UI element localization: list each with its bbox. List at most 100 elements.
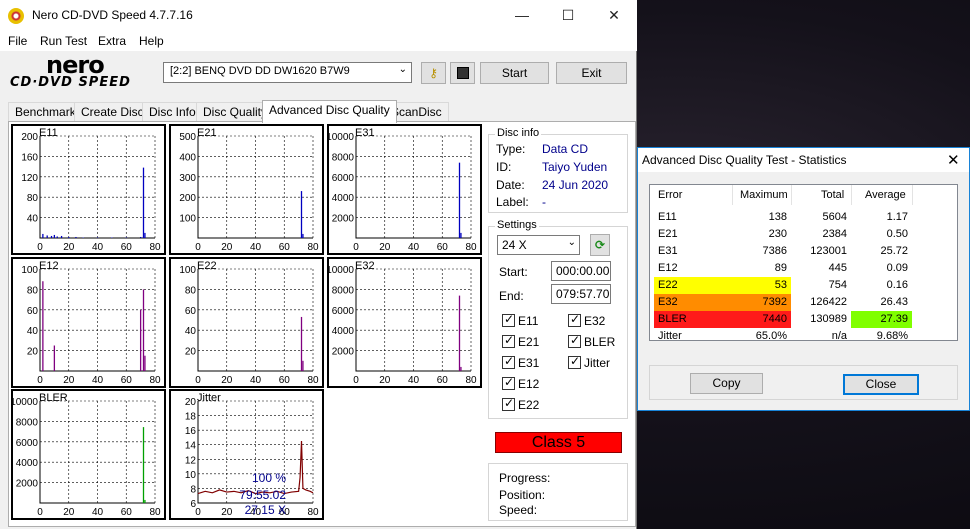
x-tick-label: 60 <box>437 242 449 253</box>
y-tick-label: 10000 <box>329 132 354 143</box>
speed-select[interactable]: 24 X ⌄ <box>497 235 580 255</box>
chart-axes <box>355 136 471 239</box>
stat-total: 5604 <box>822 211 847 223</box>
checkbox-e11[interactable]: E11 <box>502 312 539 328</box>
exit-button[interactable]: Exit <box>556 62 627 84</box>
checkbox-e32[interactable]: E32 <box>568 312 605 328</box>
drive-select[interactable]: [2:2] BENQ DVD DD DW1620 B7W9 ⌄ <box>163 62 412 83</box>
close-icon[interactable]: ✕ <box>947 151 960 169</box>
end-time-input[interactable]: 079:57.70 <box>551 284 611 304</box>
x-tick-label: 0 <box>37 507 43 518</box>
checkbox-e31[interactable]: E31 <box>502 354 540 370</box>
title-bar[interactable]: Nero CD-DVD Speed 4.7.7.16 — ☐ ✕ <box>0 0 637 31</box>
y-tick-label: 12 <box>185 455 197 466</box>
y-tick-label: 2000 <box>332 347 355 358</box>
x-tick-label: 20 <box>221 242 233 253</box>
checkbox-e12-label: E12 <box>518 377 540 391</box>
logo-product: CD·DVD SPEED <box>10 75 131 90</box>
stat-average: 0.50 <box>886 228 908 240</box>
stat-average: 0.09 <box>886 262 908 274</box>
tab-benchmark[interactable]: Benchmark <box>8 102 83 122</box>
checkbox-e12[interactable]: E12 <box>502 375 540 391</box>
y-tick-label: 100 <box>179 214 196 225</box>
checkbox-jitter-label: Jitter <box>584 356 611 370</box>
checkbox-jitter[interactable]: Jitter <box>568 354 611 370</box>
x-tick-label: 20 <box>63 507 75 518</box>
main-window: Nero CD-DVD Speed 4.7.7.16 — ☐ ✕ File Ru… <box>0 0 637 529</box>
x-tick-label: 20 <box>379 242 391 253</box>
x-tick-label: 20 <box>221 507 233 518</box>
statistics-title-bar[interactable]: Advanced Disc Quality Test - Statistics … <box>638 148 969 172</box>
menu-help[interactable]: Help <box>139 34 164 48</box>
refresh-speed-button[interactable]: ⟳ <box>590 234 610 256</box>
checkbox-e11-label: E11 <box>518 314 539 328</box>
y-tick-label: 6000 <box>16 438 39 449</box>
disc-type-label: Type: <box>496 142 526 156</box>
chart-plot: 0 20 40 60 80 100 80 60 40 20 <box>179 265 319 386</box>
chart-axes <box>197 136 313 239</box>
y-tick-label: 100 <box>21 265 38 276</box>
disc-id-value: Taiyo Yuden <box>542 160 608 174</box>
stat-average: 0.16 <box>886 279 908 291</box>
checkbox-e21[interactable]: E21 <box>502 333 539 349</box>
save-button[interactable] <box>450 62 475 84</box>
y-tick-label: 8000 <box>16 417 39 428</box>
y-tick-label: 40 <box>27 214 39 225</box>
stat-error-name: E11 <box>658 211 677 223</box>
x-tick-label: 0 <box>195 375 201 386</box>
close-dialog-button[interactable]: Close <box>843 374 919 395</box>
start-time-input[interactable]: 000:00.00 <box>551 261 611 281</box>
key-icon: ⚷ <box>429 66 438 80</box>
menu-extra[interactable]: Extra <box>98 34 126 48</box>
chart-e32: E32020406080100008000600040002000 <box>327 257 482 388</box>
menu-bar: File Run Test Extra Help <box>0 31 637 51</box>
tab-advanced-disc-quality[interactable]: Advanced Disc Quality <box>262 100 397 123</box>
stat-error-name: E21 <box>658 228 678 240</box>
chart-plot: 0 20 40 60 80 100 80 60 40 20 <box>21 265 161 386</box>
x-tick-label: 80 <box>149 242 161 253</box>
stat-maximum: 7392 <box>732 294 791 311</box>
checkbox-e31-label: E31 <box>518 356 540 370</box>
chart-axes <box>39 401 155 504</box>
checkbox-bler-label: BLER <box>584 335 616 349</box>
position-label: Position: <box>499 488 546 502</box>
stat-average: 1.17 <box>886 211 908 223</box>
menu-file[interactable]: File <box>8 34 27 48</box>
stat-average: 9.68% <box>876 330 908 342</box>
start-button[interactable]: Start <box>480 62 549 84</box>
chart-plot: 0 20 40 60 80 200 160 120 80 40 <box>21 132 161 253</box>
menu-run-test[interactable]: Run Test <box>40 34 87 48</box>
stat-error-name: E22 <box>654 277 732 294</box>
x-tick-label: 0 <box>37 242 43 253</box>
y-tick-label: 10000 <box>329 265 354 276</box>
disc-date-label: Date: <box>496 178 525 192</box>
disc-id-label: ID: <box>496 160 512 174</box>
y-tick-label: 8000 <box>332 152 355 163</box>
y-tick-label: 80 <box>27 285 39 296</box>
stat-average: 25.72 <box>880 245 908 257</box>
drive-info-button[interactable]: ⚷ <box>421 62 446 84</box>
position-value: 79:55.02 <box>239 488 286 502</box>
tab-disc-info[interactable]: Disc Info <box>142 102 203 122</box>
y-tick-label: 20 <box>185 347 197 358</box>
copy-button[interactable]: Copy <box>690 373 763 394</box>
y-tick-label: 8 <box>190 484 196 495</box>
checkbox-bler[interactable]: BLER <box>568 333 616 349</box>
y-tick-label: 2000 <box>16 479 39 490</box>
stat-average: 26.43 <box>880 296 908 308</box>
maximize-button[interactable]: ☐ <box>545 0 591 31</box>
disc-type-value: Data CD <box>542 142 589 156</box>
close-button[interactable]: ✕ <box>591 0 637 31</box>
y-tick-label: 4000 <box>332 193 355 204</box>
stat-maximum: 89 <box>774 262 787 274</box>
x-tick-label: 60 <box>121 242 133 253</box>
y-tick-label: 8000 <box>332 285 355 296</box>
y-tick-label: 18 <box>185 412 197 423</box>
y-tick-label: 500 <box>179 132 196 143</box>
speed-select-value: 24 X <box>502 238 527 252</box>
y-tick-label: 10 <box>185 470 197 481</box>
minimize-button[interactable]: — <box>499 0 545 31</box>
y-tick-label: 400 <box>179 152 196 163</box>
checkbox-e22[interactable]: E22 <box>502 396 539 412</box>
tab-create-disc[interactable]: Create Disc <box>74 102 151 122</box>
